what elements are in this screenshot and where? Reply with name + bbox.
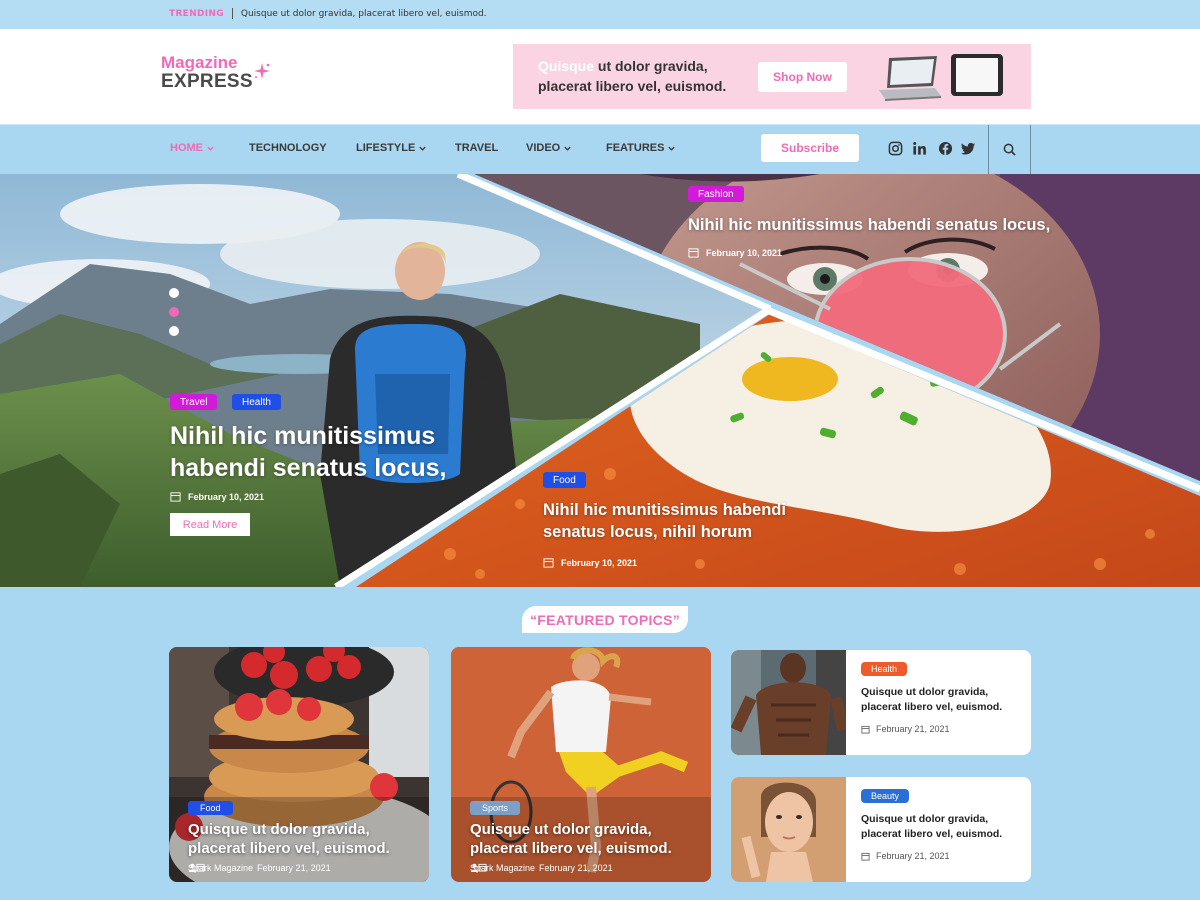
sparkle-icon xyxy=(254,63,270,79)
calendar-icon xyxy=(170,492,181,502)
search-button[interactable] xyxy=(988,125,1031,174)
chevron-down-icon xyxy=(564,146,571,151)
nav-label: HOME xyxy=(170,142,203,154)
hero-main-title-line-2: habendi senatus locus, xyxy=(170,454,447,482)
featured-card-health[interactable]: Health Quisque ut dolor gravida, placera… xyxy=(731,650,1031,755)
tag-health[interactable]: Health xyxy=(232,394,281,410)
tag-food[interactable]: Food xyxy=(188,801,233,815)
tag-health[interactable]: Health xyxy=(861,662,908,676)
calendar-icon xyxy=(543,558,554,568)
date-text: February 10, 2021 xyxy=(188,491,265,502)
nav-item-lifestyle[interactable]: LIFESTYLE xyxy=(356,142,427,154)
date-text: February 21, 2021 xyxy=(876,724,950,734)
health-card-image xyxy=(731,650,846,755)
nav-label: VIDEO xyxy=(526,142,561,154)
nav-item-video[interactable]: VIDEO xyxy=(526,142,572,154)
laptop-image xyxy=(879,56,941,101)
date-text: February 21, 2021 xyxy=(876,851,950,861)
calendar-icon xyxy=(861,852,870,861)
hero-bottom-title-line-1: Nihil hic munitissimus habendi xyxy=(543,501,786,519)
hero-bottom-date: February 10, 2021 xyxy=(543,557,637,568)
slider-dot-3[interactable] xyxy=(169,326,179,336)
hero-top-right-title[interactable]: Nihil hic munitissimus habendi senatus l… xyxy=(688,214,1198,236)
card-title[interactable]: Quisque ut dolor gravida, placerat liber… xyxy=(861,812,1021,842)
card-meta: Spark Magazine February 21, 2021 xyxy=(188,863,331,873)
card-date: February 21, 2021 xyxy=(861,724,950,734)
card-date: February 21, 2021 xyxy=(861,851,950,861)
date-text: February 21, 2021 xyxy=(539,863,613,873)
nav-item-technology[interactable]: TECHNOLOGY xyxy=(249,142,327,154)
tag-sports[interactable]: Sports xyxy=(470,801,521,815)
linkedin-icon[interactable] xyxy=(912,141,927,156)
instagram-icon[interactable] xyxy=(888,141,903,156)
calendar-icon xyxy=(688,248,699,258)
trending-divider xyxy=(231,8,233,19)
nav-label: TECHNOLOGY xyxy=(249,142,327,154)
nav-item-features[interactable]: FEATURES xyxy=(606,142,676,154)
chevron-down-icon xyxy=(419,146,426,151)
tag-beauty[interactable]: Beauty xyxy=(861,789,910,803)
calendar-icon xyxy=(478,863,487,872)
subscribe-button[interactable]: Subscribe xyxy=(761,134,859,162)
twitter-icon[interactable] xyxy=(961,141,976,156)
featured-card-beauty[interactable]: Beauty Quisque ut dolor gravida, placera… xyxy=(731,777,1031,882)
date-text: February 10, 2021 xyxy=(561,557,638,568)
logo-line-2: EXPRESS xyxy=(161,71,253,92)
hero-slider: Travel Health Nihil hic munitissimus hab… xyxy=(0,174,1200,587)
calendar-icon xyxy=(196,863,205,872)
site-logo[interactable]: Magazine EXPRESS xyxy=(161,53,270,92)
search-icon xyxy=(1003,143,1016,156)
tag-fashion[interactable]: Fashion xyxy=(688,186,744,202)
site-header: Magazine EXPRESS Quisque ut dolor gravid… xyxy=(0,29,1200,124)
chevron-down-icon xyxy=(207,146,214,151)
date-text: February 10, 2021 xyxy=(706,247,783,258)
featured-card-sports[interactable]: Sports Quisque ut dolor gravida, placera… xyxy=(451,647,711,882)
featured-topics-heading: “FEATURED TOPICS” xyxy=(522,606,688,633)
nav-label: TRAVEL xyxy=(455,142,499,154)
hero-main-date: February 10, 2021 xyxy=(170,491,264,502)
trending-label: TRENDING xyxy=(169,8,224,19)
trending-headline[interactable]: Quisque ut dolor gravida, placerat liber… xyxy=(241,9,487,19)
hero-main-title[interactable]: Nihil hic munitissimus habendi senatus l… xyxy=(170,420,500,484)
slider-dot-1[interactable] xyxy=(169,288,179,298)
tag-food[interactable]: Food xyxy=(543,472,586,488)
facebook-icon[interactable] xyxy=(938,141,953,156)
header-ad-banner[interactable]: Quisque ut dolor gravida, placerat liber… xyxy=(513,44,1031,109)
featured-card-food[interactable]: Food Quisque ut dolor gravida, placerat … xyxy=(169,647,429,882)
nav-label: LIFESTYLE xyxy=(356,142,416,154)
nav-item-home[interactable]: HOME xyxy=(170,142,215,154)
logo-line-1: Magazine xyxy=(161,53,238,72)
hero-bottom-title[interactable]: Nihil hic munitissimus habendi senatus l… xyxy=(543,499,863,543)
beauty-card-image xyxy=(731,777,846,882)
shop-now-button[interactable]: Shop Now xyxy=(758,62,847,92)
ad-text: Quisque ut dolor gravida, placerat liber… xyxy=(538,56,748,96)
card-meta: Spark Magazine February 21, 2021 xyxy=(470,863,613,873)
ad-highlight: Quisque xyxy=(538,58,595,74)
date-text: February 21, 2021 xyxy=(257,863,331,873)
hero-main-title-line-1: Nihil hic munitissimus xyxy=(170,422,436,450)
card-title[interactable]: Quisque ut dolor gravida, placerat liber… xyxy=(188,820,423,858)
chevron-down-icon xyxy=(668,146,676,151)
nav-label: FEATURES xyxy=(606,142,665,154)
tag-travel[interactable]: Travel xyxy=(170,394,218,410)
hero-bottom-title-line-2: senatus locus, nihil horum xyxy=(543,523,753,541)
card-title[interactable]: Quisque ut dolor gravida, placerat liber… xyxy=(861,685,1021,715)
calendar-icon xyxy=(861,725,870,734)
nav-item-travel[interactable]: TRAVEL xyxy=(455,142,498,154)
slider-dot-2-active[interactable] xyxy=(169,307,179,317)
main-nav: HOME TECHNOLOGY LIFESTYLE TRAVEL VIDEO F… xyxy=(0,124,1200,174)
hero-top-right-date: February 10, 2021 xyxy=(688,247,782,258)
card-title[interactable]: Quisque ut dolor gravida, placerat liber… xyxy=(470,820,705,858)
trending-bar: TRENDING Quisque ut dolor gravida, place… xyxy=(0,0,1200,29)
read-more-button[interactable]: Read More xyxy=(170,513,250,536)
tablet-image xyxy=(951,54,1003,96)
